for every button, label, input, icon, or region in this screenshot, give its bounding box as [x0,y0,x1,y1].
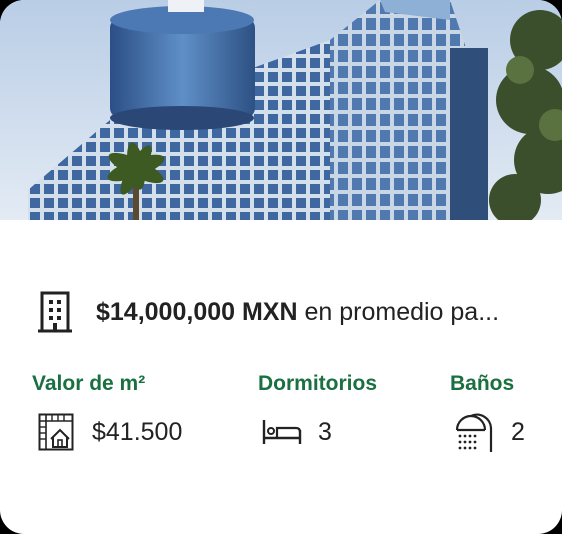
price-per-m2-value: $41.500 [92,417,183,446]
building-icon [38,291,72,333]
bedrooms-label: Dormitorios [258,372,378,395]
shower-icon [455,413,493,452]
floorplan-icon [38,413,74,451]
bathrooms-value: 2 [511,417,525,446]
property-card[interactable]: $14,000,000 MXN en promedio pa... Valor … [0,0,562,534]
price-per-m2-stat: $41.500 [38,412,182,452]
property-photo [0,0,562,220]
average-price-row: $14,000,000 MXN en promedio pa... [38,290,558,334]
price-suffix: en promedio pa... [304,297,500,326]
price-amount: $14,000,000 MXN [96,297,298,326]
price-per-m2-label: Valor de m² [32,372,146,395]
average-price-text: $14,000,000 MXN en promedio pa... [96,298,546,327]
bedrooms-stat: 3 [262,412,332,452]
bathrooms-label: Baños [450,372,515,395]
bedrooms-value: 3 [318,417,332,446]
bathrooms-stat: 2 [455,412,525,452]
bed-icon [262,420,302,444]
